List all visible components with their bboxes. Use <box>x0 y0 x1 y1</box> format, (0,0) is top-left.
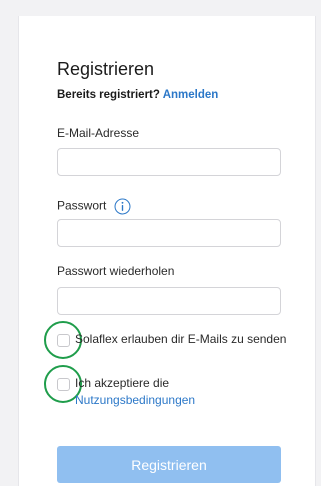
email-field[interactable] <box>57 148 281 176</box>
password-repeat-field[interactable] <box>57 287 281 315</box>
terms-text-block: Ich akzeptiere die Nutzungsbedingungen <box>75 375 287 409</box>
email-label: E-Mail-Adresse <box>57 126 140 140</box>
register-button[interactable]: Registrieren <box>57 446 281 483</box>
password-field[interactable] <box>57 219 281 247</box>
password-label-row: Passwort <box>57 198 131 215</box>
consent-emails-text: Solaflex erlauben dir E-Mails zu senden <box>75 332 287 346</box>
password-label: Passwort <box>57 198 107 213</box>
page-title: Registrieren <box>57 59 155 79</box>
password-repeat-label: Passwort wiederholen <box>57 264 175 278</box>
registration-card: Registrieren Bereits registriert? Anmeld… <box>18 16 316 486</box>
login-prompt-text: Bereits registriert? <box>57 89 160 101</box>
login-prompt: Bereits registriert? Anmelden <box>57 89 218 101</box>
login-link[interactable]: Anmelden <box>163 89 219 101</box>
terms-link[interactable]: Nutzungsbedingungen <box>75 393 195 407</box>
terms-text: Ich akzeptiere die <box>75 376 170 390</box>
info-icon[interactable] <box>114 198 131 215</box>
